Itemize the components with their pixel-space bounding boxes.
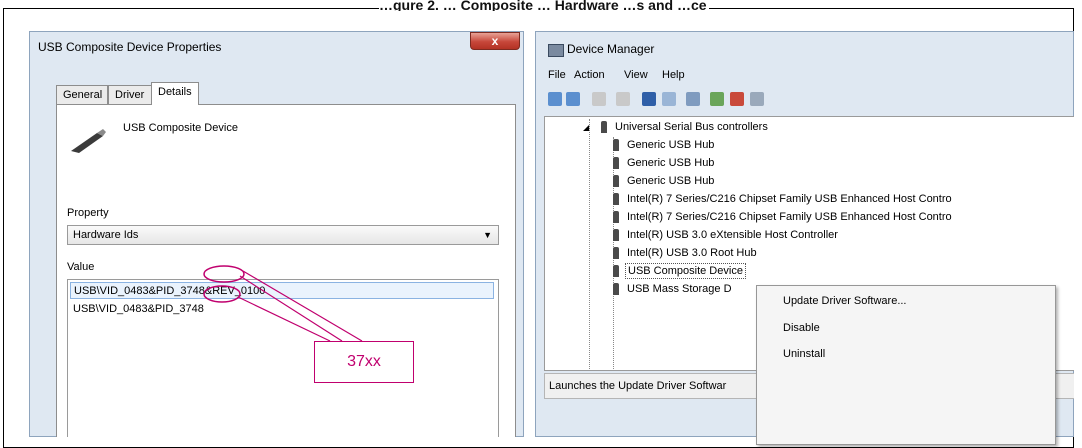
property-dropdown-value: Hardware Ids: [73, 229, 139, 241]
show-hide-icon[interactable]: [616, 92, 630, 106]
property-dropdown[interactable]: Hardware Ids ▼: [67, 225, 499, 245]
tree-connector: [589, 119, 590, 369]
usb-plug-icon: [613, 175, 619, 187]
properties-title: USB Composite Device Properties: [38, 40, 222, 54]
usb-plug-icon: [613, 229, 619, 241]
list-item[interactable]: USB\VID_0483&PID_3748&REV_0100: [70, 282, 494, 299]
tab-driver[interactable]: Driver: [108, 85, 152, 104]
property-label: Property: [67, 207, 109, 219]
menu-file[interactable]: File: [548, 69, 566, 81]
callout-label: 37xx: [314, 341, 414, 383]
figure-caption: …gure 2. … Composite … Hardware …s and ……: [379, 0, 709, 11]
menu-help[interactable]: Help: [662, 69, 685, 81]
scan-hardware-icon[interactable]: [686, 92, 700, 106]
tab-details[interactable]: Details: [151, 82, 199, 105]
close-button[interactable]: x: [470, 32, 520, 50]
menu-item-uninstall[interactable]: Uninstall: [783, 348, 825, 360]
device-manager-title: Device Manager: [567, 42, 655, 56]
usb-plug-icon: [613, 139, 619, 151]
enable-icon[interactable]: [750, 92, 764, 106]
toolbar: [544, 90, 1064, 112]
usb-plug-icon: [613, 157, 619, 169]
value-listbox[interactable]: USB\VID_0483&PID_3748&REV_0100 USB\VID_0…: [67, 279, 499, 437]
properties-dialog: USB Composite Device Properties x Genera…: [29, 31, 524, 437]
usb-plug-icon: [613, 193, 619, 205]
device-name: USB Composite Device: [123, 122, 238, 134]
list-item[interactable]: USB\VID_0483&PID_3748: [70, 301, 494, 318]
menu-item-disable[interactable]: Disable: [783, 322, 820, 334]
uninstall-icon[interactable]: [730, 92, 744, 106]
details-panel: USB Composite Device Property Hardware I…: [56, 104, 516, 437]
usb-plug-icon: [613, 247, 619, 259]
menu-action[interactable]: Action: [574, 69, 605, 81]
chevron-down-icon: ▼: [483, 230, 492, 240]
value-label: Value: [67, 261, 95, 273]
properties-icon[interactable]: [592, 92, 606, 106]
help-icon[interactable]: [642, 92, 656, 106]
usb-plug-icon: [613, 283, 619, 295]
tree-category[interactable]: ◢ Universal Serial Bus controllers: [583, 119, 768, 135]
update-driver-icon[interactable]: [710, 92, 724, 106]
usb-plug-icon: [613, 211, 619, 223]
back-icon[interactable]: [548, 92, 562, 106]
device-manager-icon: [548, 44, 564, 57]
menu-view[interactable]: View: [624, 69, 648, 81]
view-icon[interactable]: [662, 92, 676, 106]
usb-controller-icon: [601, 121, 607, 133]
menu-item-update-driver[interactable]: Update Driver Software...: [783, 295, 907, 307]
context-menu: Update Driver Software... Disable Uninst…: [756, 285, 1056, 445]
tab-general[interactable]: General: [56, 85, 108, 104]
forward-icon[interactable]: [566, 92, 580, 106]
usb-device-icon: [71, 129, 106, 153]
usb-plug-icon: [613, 265, 619, 277]
